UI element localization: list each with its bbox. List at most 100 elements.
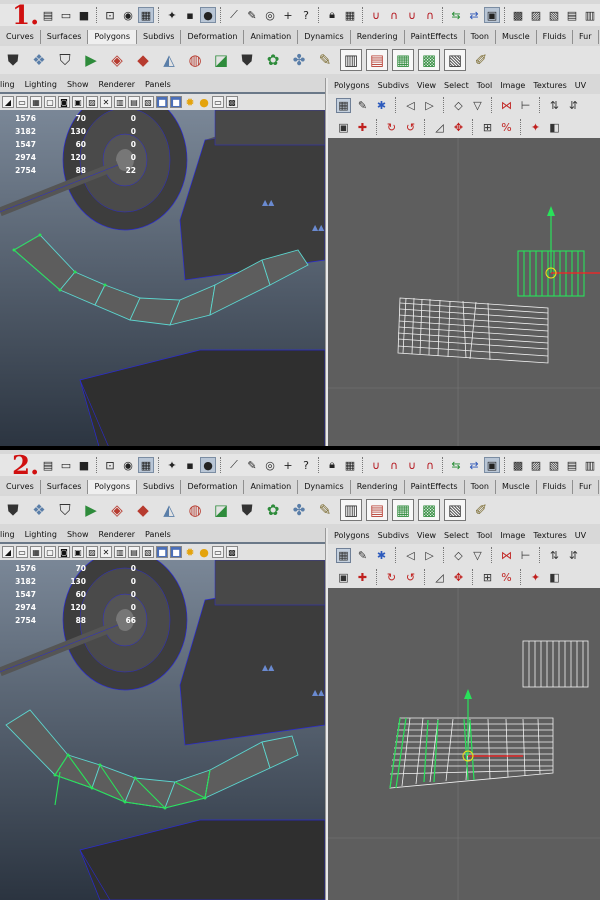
mask-face-icon[interactable]: ⟋ [226, 7, 242, 23]
uv-rotate-ccw-icon[interactable]: ↺ [403, 570, 418, 585]
mask-icon[interactable]: ✦ [164, 457, 180, 473]
menu-lighting[interactable]: Lighting [25, 78, 57, 92]
sphere-map-icon[interactable]: ▩ [418, 499, 440, 521]
mask-vertex-icon[interactable]: ◎ [262, 457, 278, 473]
tab-deformation[interactable]: Deformation [181, 480, 245, 494]
menu-lighting[interactable]: Lighting [25, 528, 57, 542]
uv-lasso-icon[interactable]: ✎ [355, 548, 370, 563]
texture-icon[interactable]: ▥ [340, 49, 362, 71]
hud-icon[interactable]: ▧ [142, 96, 154, 108]
tab-polygons[interactable]: Polygons [88, 30, 138, 44]
play-icon[interactable]: ▶ [80, 49, 102, 71]
uv-rotate-icon[interactable]: ◇ [451, 548, 466, 563]
texture-icon[interactable]: ▥ [340, 499, 362, 521]
uv-flip-v-icon[interactable]: ▷ [422, 548, 437, 563]
smooth-icon[interactable]: ◈ [106, 49, 128, 71]
uv-menu-subdivs[interactable]: Subdivs [378, 78, 409, 94]
xray-icon[interactable]: ✕ [100, 96, 112, 108]
mask-point-icon[interactable]: ▪ [182, 457, 198, 473]
mirror-icon[interactable]: ⛊ [236, 49, 258, 71]
uv-layout-icon[interactable]: ✥ [451, 570, 466, 585]
tab-muscle[interactable]: Muscle [495, 30, 537, 44]
uv-relax-icon[interactable]: ⇵ [566, 98, 581, 113]
mask-edge-icon[interactable]: ● [200, 457, 216, 473]
tab-surfaces[interactable]: Surfaces [40, 480, 89, 494]
input-output-icon[interactable]: ⇆ [448, 457, 464, 473]
combine-icon[interactable]: ◍ [184, 49, 206, 71]
uv-menu-image[interactable]: Image [500, 528, 525, 544]
uv-menu-view[interactable]: View [417, 78, 436, 94]
new-scene-icon[interactable]: ▤ [40, 457, 56, 473]
mirror-icon[interactable]: ⛊ [236, 499, 258, 521]
uv-menu-image[interactable]: Image [500, 78, 525, 94]
hud-icon[interactable]: ▧ [142, 546, 154, 558]
uv-cut-icon[interactable]: ▽ [470, 98, 485, 113]
uv-layout-icon[interactable]: ✥ [451, 120, 466, 135]
perspective-viewport[interactable]: ling Lighting Show Renderer Panels ◢ ▭ ▦… [0, 528, 325, 900]
uv-grid-snap-icon[interactable]: % [499, 120, 514, 135]
wire-on-shaded-icon[interactable]: ▣ [72, 96, 84, 108]
tab-deformation[interactable]: Deformation [181, 30, 245, 44]
perspective-viewport[interactable]: ling Lighting Show Renderer Panels ◢ ▭ ▦… [0, 78, 325, 450]
uv-unfold-icon[interactable]: ⇅ [547, 98, 562, 113]
resolution-gate-icon[interactable]: ▭ [212, 546, 224, 558]
menu-renderer[interactable]: Renderer [99, 78, 136, 92]
menu-show[interactable]: Show [67, 78, 89, 92]
uv-menu-select[interactable]: Select [444, 78, 469, 94]
cylinder-map-icon[interactable]: ▦ [392, 49, 414, 71]
mask-misc-icon[interactable]: + [280, 457, 296, 473]
menu-panels[interactable]: Panels [145, 78, 171, 92]
uv-menu-polygons[interactable]: Polygons [334, 78, 370, 94]
lock-icon[interactable]: 🔒︎ [324, 457, 340, 473]
create-poly-icon[interactable]: ⛊ [2, 49, 24, 71]
wireframe-icon[interactable]: ▢ [44, 96, 56, 108]
mask-handle-icon[interactable]: ? [298, 457, 314, 473]
open-scene-icon[interactable]: ▭ [58, 7, 74, 23]
uv-relax-icon[interactable]: ⇵ [566, 548, 581, 563]
snap-surface-icon[interactable]: ∩ [422, 457, 438, 473]
uv-menu-polygons[interactable]: Polygons [334, 528, 370, 544]
create-poly-icon[interactable]: ⛊ [2, 499, 24, 521]
mask-handle-icon[interactable]: ? [298, 7, 314, 23]
smooth-shade-icon[interactable]: ◙ [58, 96, 70, 108]
uv-editor-icon[interactable]: ✎ [314, 499, 336, 521]
snap-grid-icon[interactable]: ▦ [342, 7, 358, 23]
tab-surfaces[interactable]: Surfaces [40, 30, 89, 44]
backface-icon[interactable]: ▤ [128, 96, 140, 108]
uv-smudge-icon[interactable]: ✱ [374, 98, 389, 113]
tab-curves[interactable]: Curves [0, 30, 41, 44]
construction-history-icon[interactable]: ▣ [484, 7, 500, 23]
lock-icon[interactable]: 🔒︎ [324, 7, 340, 23]
resolution-gate-icon[interactable]: ▭ [212, 96, 224, 108]
tab-toon[interactable]: Toon [464, 30, 496, 44]
mask-uv-icon[interactable]: ✎ [244, 7, 260, 23]
uv-sew-icon[interactable]: ⋈ [499, 98, 514, 113]
uv-shade-icon[interactable]: ◧ [547, 570, 562, 585]
uv-sew-icon[interactable]: ⋈ [499, 548, 514, 563]
isolate-icon[interactable]: ▥ [114, 96, 126, 108]
tab-rendering[interactable]: Rendering [350, 30, 405, 44]
tab-dynamics[interactable]: Dynamics [298, 30, 351, 44]
use-default-material-icon[interactable]: ■ [156, 96, 168, 108]
uv-align-icon[interactable]: ⊞ [480, 570, 495, 585]
backface-icon[interactable]: ▤ [128, 546, 140, 558]
tab-animation[interactable]: Animation [244, 30, 299, 44]
snap-surface-icon[interactable]: ∩ [422, 7, 438, 23]
uv-menu-uvsets[interactable]: UV Sets [575, 528, 600, 556]
wireframe-icon[interactable]: ▢ [44, 546, 56, 558]
snap-point-icon[interactable]: ∩ [386, 7, 402, 23]
uv-pin-icon[interactable]: ✦ [528, 570, 543, 585]
separate-icon[interactable]: ◪ [210, 499, 232, 521]
tab-animation[interactable]: Animation [244, 480, 299, 494]
uv-texture-editor[interactable]: Polygons Subdivs View Select Tool Image … [328, 78, 600, 450]
uv-menu-tool[interactable]: Tool [477, 78, 493, 94]
snap-plane-icon[interactable]: ∪ [404, 7, 420, 23]
select-component-icon[interactable]: ▦ [138, 457, 154, 473]
uv-grid-snap-icon[interactable]: % [499, 570, 514, 585]
play-icon[interactable]: ▶ [80, 499, 102, 521]
sphere-map-icon[interactable]: ▩ [418, 49, 440, 71]
extrude-icon[interactable]: ◆ [132, 499, 154, 521]
construction-history-icon[interactable]: ▣ [484, 457, 500, 473]
select-object-icon[interactable]: ◉ [120, 457, 136, 473]
lights-icon[interactable]: ✹ [184, 96, 196, 109]
